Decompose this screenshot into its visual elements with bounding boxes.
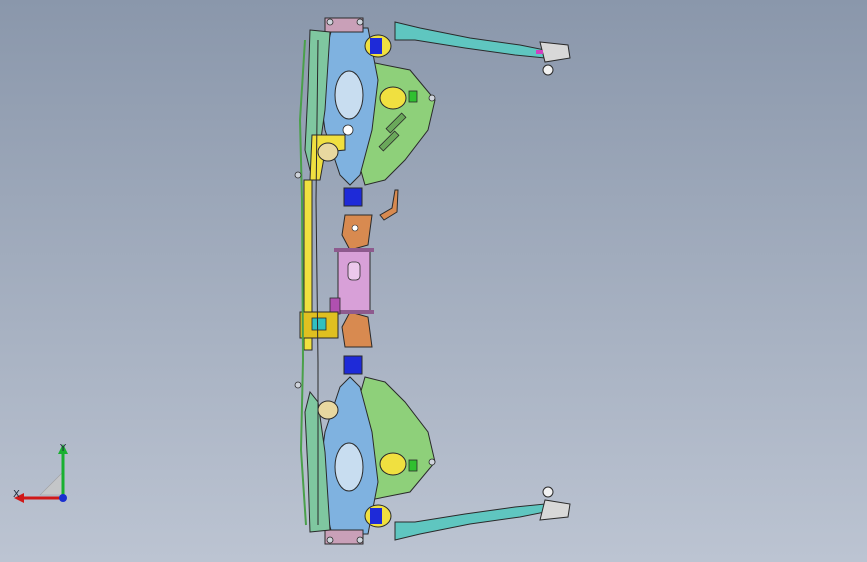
crossmember-slot xyxy=(347,261,361,281)
green-clamp xyxy=(408,90,418,103)
trailing-arm[interactable] xyxy=(394,21,546,59)
z-axis-point xyxy=(59,494,67,502)
crossmember-web[interactable] xyxy=(337,249,371,313)
lower-bushing[interactable] xyxy=(343,355,363,375)
lower-bushing[interactable] xyxy=(343,187,363,207)
crossmember[interactable] xyxy=(329,248,374,315)
arm-end-fitting[interactable] xyxy=(539,499,571,521)
bracket-hole xyxy=(351,224,359,232)
knuckle-bore xyxy=(342,124,354,136)
axis-triad[interactable]: Y X xyxy=(10,440,80,510)
arm-end-tab xyxy=(536,50,543,54)
knuckle-hub xyxy=(334,70,364,120)
arm-end-bolt xyxy=(542,64,554,76)
cad-3d-viewport[interactable]: Y X xyxy=(0,0,867,562)
knuckle-hub xyxy=(334,442,364,492)
arm-end-bolt xyxy=(542,486,554,498)
green-clamp xyxy=(408,459,418,472)
suspension-half-lower[interactable] xyxy=(304,311,571,545)
upper-bushing-core xyxy=(370,508,382,524)
damper-bushing[interactable] xyxy=(379,452,407,476)
trailing-arm[interactable] xyxy=(394,503,546,541)
orange-bracket[interactable] xyxy=(341,311,373,348)
y-axis-label: Y xyxy=(59,443,67,454)
crossmember-flange xyxy=(334,248,374,252)
stabilizer-mount-bushing xyxy=(317,400,339,420)
triad-plane xyxy=(39,471,64,496)
suspension-half-upper[interactable] xyxy=(304,17,571,251)
stabilizer-mount-bushing xyxy=(317,142,339,162)
stabilizer-clamp-insert xyxy=(311,317,327,331)
x-axis-label: X xyxy=(13,489,20,500)
arm-end-fitting[interactable] xyxy=(539,41,571,63)
orange-bracket[interactable] xyxy=(341,214,373,251)
upper-bushing-core xyxy=(370,38,382,54)
brake-line-hook[interactable] xyxy=(379,189,399,221)
damper-bushing[interactable] xyxy=(379,86,407,110)
suspension-assembly-model[interactable] xyxy=(0,0,867,562)
